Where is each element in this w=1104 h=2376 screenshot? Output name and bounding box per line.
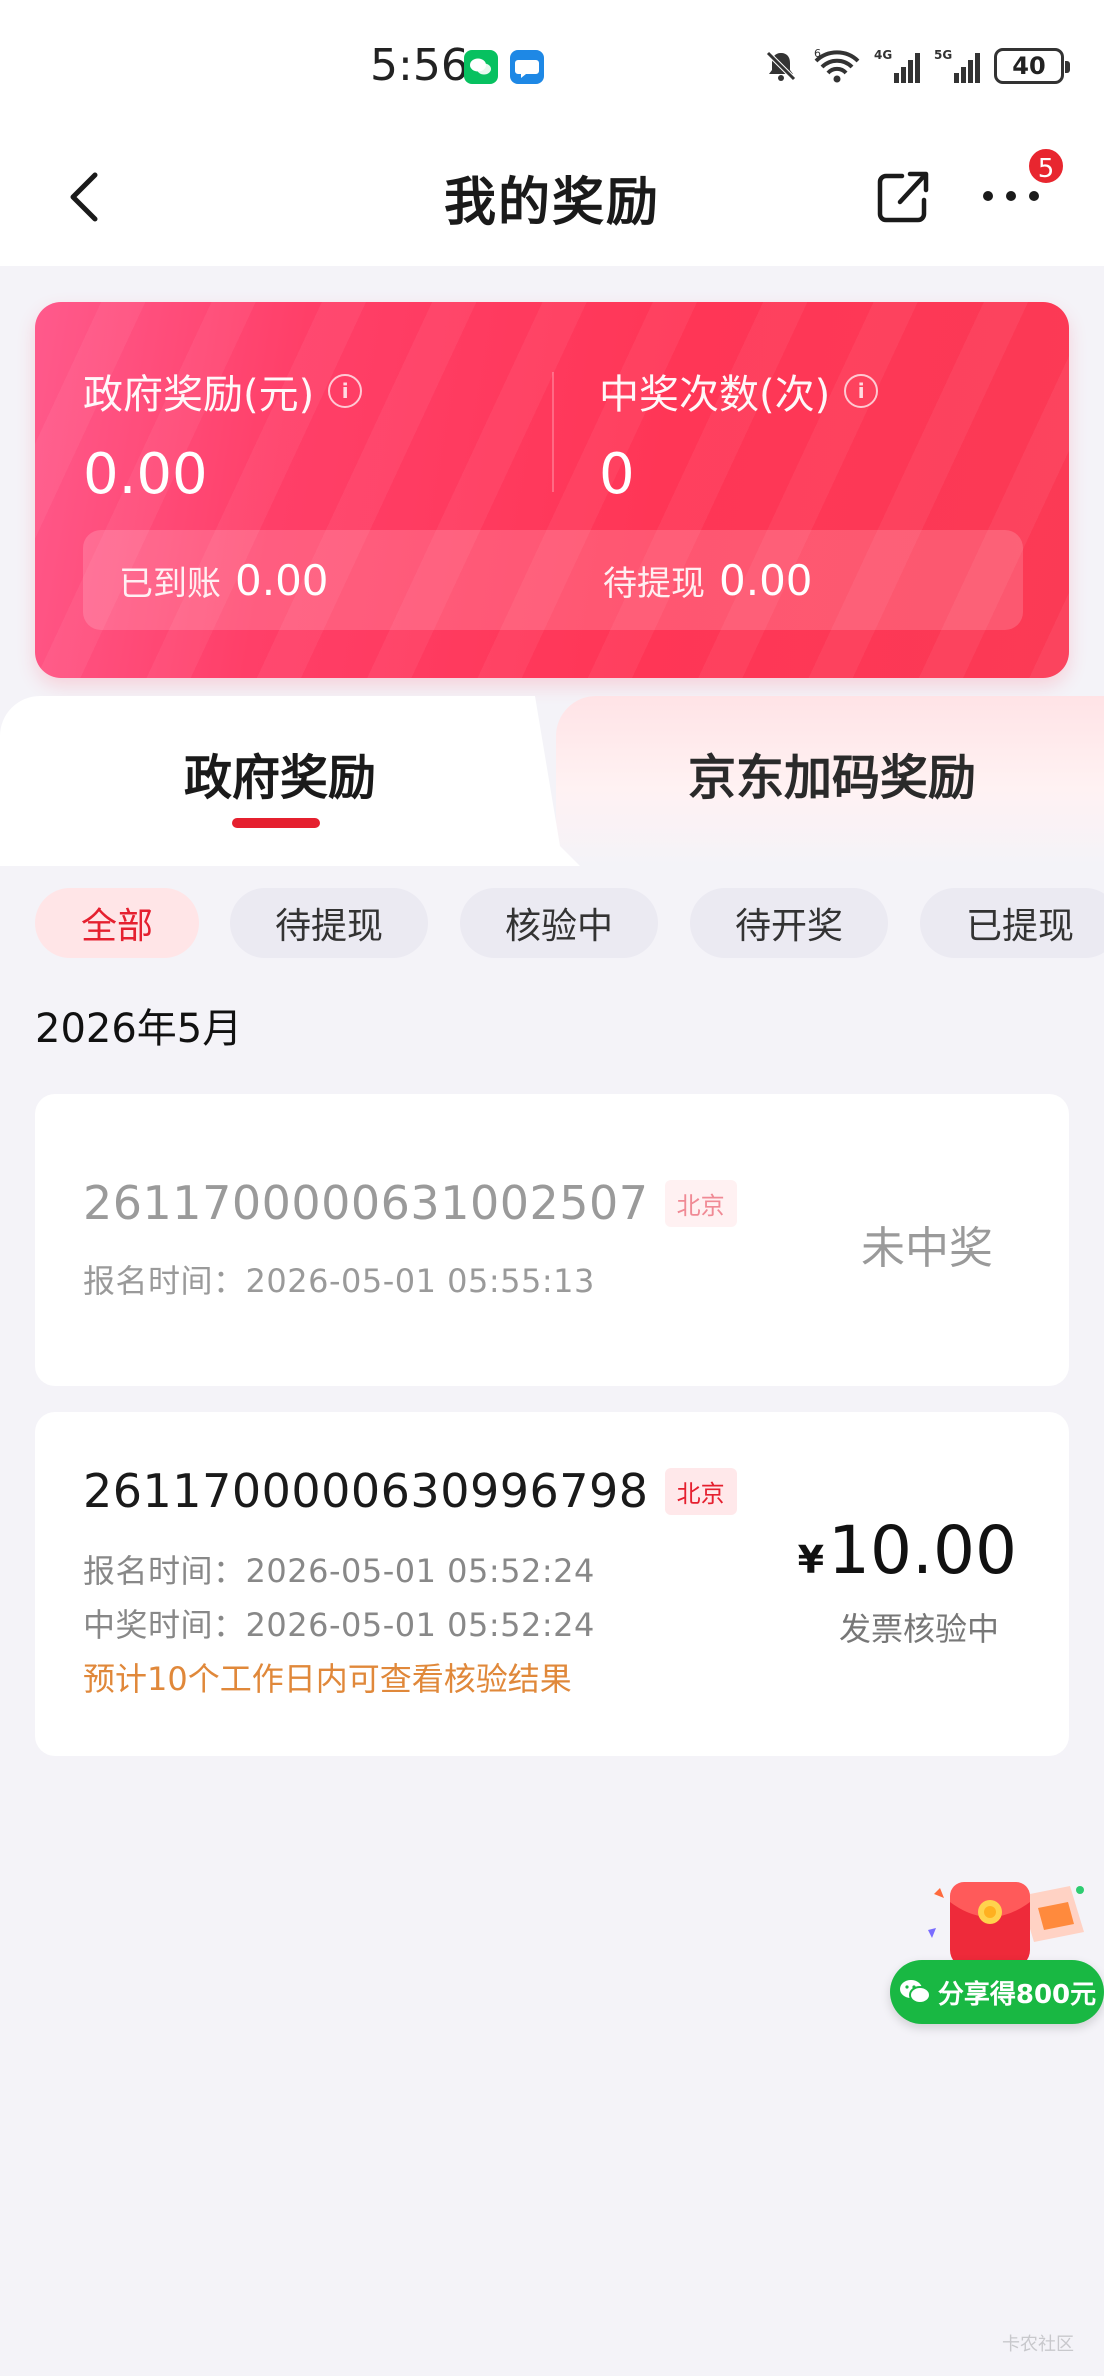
balance-strip: 已到账 0.00 待提现 0.00: [83, 530, 1023, 630]
region-tag: 北京: [664, 1179, 737, 1227]
notification-badge: 5: [1026, 146, 1066, 186]
share-icon: [877, 171, 929, 223]
received-value: 0.00: [235, 556, 329, 605]
filter-row: 全部 待提现 核验中 待开奖 已提现: [0, 866, 1104, 986]
signal-4g-icon: 4G: [874, 48, 920, 83]
reward-amount: ¥ 10.00: [798, 1512, 1017, 1589]
reward-summary-card: 政府奖励(元) i 0.00 中奖次数(次) i 0 已到账 0.00 待提现 …: [35, 302, 1069, 678]
share-reward-float[interactable]: 分享得800元: [890, 1868, 1104, 2024]
battery-level: 40: [1012, 52, 1046, 80]
pending-label: 待提现: [603, 564, 705, 604]
order-number: 2611700000630996798: [83, 1464, 649, 1518]
record-status: 发票核验中: [838, 1610, 999, 1648]
amount-value: 10.00: [828, 1512, 1017, 1589]
pending-balance: 待提现 0.00: [603, 556, 813, 605]
win-time: 中奖时间：2026-05-01 05:52:24: [83, 1606, 595, 1644]
order-number: 2611700000631002507: [83, 1176, 649, 1230]
signal-4g-label: 4G: [874, 48, 892, 62]
record-card[interactable]: 2611700000631002507 北京 报名时间：2026-05-01 0…: [35, 1094, 1069, 1386]
status-time: 5:56: [370, 40, 469, 91]
filter-chip-pending-withdraw[interactable]: 待提现: [230, 888, 428, 958]
signal-5g-label: 5G: [934, 48, 952, 62]
received-balance: 已到账 0.00: [119, 556, 329, 605]
reward-tabs: 政府奖励 京东加码奖励: [0, 696, 1104, 866]
received-label: 已到账: [119, 564, 221, 604]
record-card[interactable]: 2611700000630996798 北京 报名时间：2026-05-01 0…: [35, 1412, 1069, 1756]
tab-gov-reward[interactable]: 政府奖励: [184, 738, 376, 808]
status-indicators: 6 4G 5G 40: [762, 46, 1070, 86]
signup-time: 报名时间：2026-05-01 05:52:24: [83, 1552, 595, 1590]
filter-chip-all[interactable]: 全部: [35, 888, 199, 958]
mute-icon: [766, 51, 796, 81]
nav-bar: 我的奖励 5: [0, 132, 1104, 266]
region-tag: 北京: [664, 1467, 737, 1515]
share-button[interactable]: [872, 164, 936, 228]
filter-chip-pending-draw[interactable]: 待开奖: [690, 888, 888, 958]
wifi-label: 6: [814, 47, 821, 60]
share-earn-label: 分享得800元: [937, 1979, 1097, 2010]
gov-reward-label: 政府奖励(元): [83, 372, 315, 418]
record-status: 未中奖: [861, 1223, 993, 1274]
status-bar: 5:56 6 4G 5G 40: [0, 0, 1104, 132]
win-count-label: 中奖次数(次): [599, 372, 831, 418]
filter-chip-withdrawn[interactable]: 已提现: [920, 888, 1104, 958]
share-earn-button[interactable]: 分享得800元: [890, 1960, 1104, 2024]
gov-reward-stat: 政府奖励(元) i 0.00: [83, 362, 363, 507]
info-icon[interactable]: i: [844, 374, 879, 408]
currency-symbol: ¥: [797, 1538, 825, 1582]
wifi-icon: 6: [814, 47, 860, 83]
month-header: 2026年5月: [35, 1006, 243, 1052]
battery-icon: 40: [994, 48, 1070, 84]
gov-reward-value: 0.00: [83, 442, 208, 507]
win-count-stat: 中奖次数(次) i 0: [599, 362, 879, 507]
signup-time: 报名时间：2026-05-01 05:55:13: [83, 1262, 595, 1300]
tab-active-indicator: [232, 818, 320, 828]
order-line: 2611700000631002507 北京: [83, 1176, 737, 1230]
page-title: 我的奖励: [443, 173, 660, 233]
info-icon[interactable]: i: [328, 374, 363, 408]
verification-hint: 预计10个工作日内可查看核验结果: [83, 1660, 572, 1698]
order-line: 2611700000630996798 北京: [83, 1464, 737, 1518]
message-icon: [510, 50, 544, 84]
wechat-icon: [464, 50, 498, 84]
win-count-value: 0: [599, 442, 635, 507]
stat-divider: [552, 372, 554, 492]
signal-5g-icon: 5G: [934, 48, 980, 83]
filter-chip-verifying[interactable]: 核验中: [460, 888, 658, 958]
tab-jd-bonus-reward[interactable]: 京东加码奖励: [688, 738, 976, 808]
watermark: 卡农社区: [1002, 2334, 1074, 2355]
pending-value: 0.00: [719, 556, 813, 605]
wechat-icon: [899, 1980, 931, 2004]
